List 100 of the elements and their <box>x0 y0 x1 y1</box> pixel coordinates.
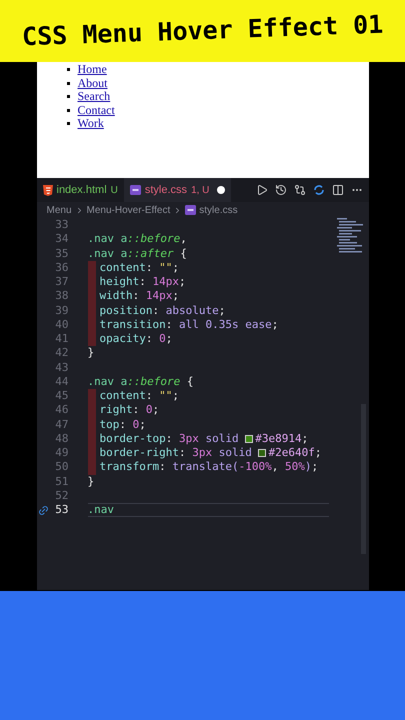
nav-link[interactable]: Search <box>78 90 110 104</box>
code-token: "" <box>159 389 172 404</box>
code-token: all 0.35s ease <box>178 318 272 332</box>
color-swatch[interactable] <box>245 434 254 443</box>
code-token: : <box>139 275 147 290</box>
line-number: 42 <box>54 346 68 360</box>
color-swatch[interactable] <box>258 449 266 458</box>
line-number: 44 <box>54 374 68 389</box>
code-token: : <box>119 418 127 432</box>
code-token: : <box>178 446 187 460</box>
banner-title: CSS Menu Hover Effect 01 <box>21 8 384 54</box>
line-number: 45 <box>54 389 68 404</box>
code-token: } <box>88 346 94 360</box>
css-file-icon <box>130 185 141 195</box>
code-token: ::before <box>127 374 180 389</box>
nav-link[interactable]: About <box>78 76 108 90</box>
code-token: ::before <box>127 232 180 246</box>
code-token: #2e640f <box>268 446 315 460</box>
code-token: 0 <box>159 332 166 346</box>
code-token: .nav a <box>88 374 128 389</box>
code-token: border-top <box>100 432 166 446</box>
line-number: 38 <box>54 289 68 304</box>
split-editor-icon[interactable] <box>332 184 344 196</box>
html-file-icon <box>42 184 52 196</box>
breadcrumb-item[interactable]: Menu-Hover-Effect <box>86 202 170 218</box>
code-token: , <box>272 460 280 474</box>
line-number: 53 <box>54 503 68 518</box>
code-token: ; <box>218 304 226 318</box>
bullet-icon <box>66 95 70 98</box>
breadcrumb-item[interactable]: style.css <box>199 202 238 218</box>
line-number: 34 <box>54 232 68 246</box>
line-number: 46 <box>54 403 68 418</box>
code-token: ; <box>172 289 179 304</box>
editor-tab[interactable]: index.html U <box>36 178 124 202</box>
tab-status-label: U <box>110 184 118 198</box>
code-token: : <box>152 304 160 318</box>
code-token: solid <box>204 432 240 446</box>
code-token: transform <box>100 460 160 474</box>
code-token: ; <box>172 260 179 275</box>
bullet-icon <box>66 68 70 72</box>
code-token: ; <box>152 403 160 418</box>
code-token: right <box>100 403 133 418</box>
code-token: : <box>132 289 140 304</box>
minimap-drawing <box>336 218 366 254</box>
code-token: : <box>146 332 154 346</box>
code-token: ; <box>166 332 172 346</box>
code-token: : <box>166 432 174 446</box>
code-token: ::after <box>127 246 174 261</box>
nav-link[interactable]: Contact <box>78 104 115 117</box>
code-token: : <box>146 260 154 275</box>
code-token: } <box>88 474 94 489</box>
code-token: solid <box>218 446 253 460</box>
code-token: { <box>186 374 194 389</box>
breadcrumb-item[interactable]: Menu <box>46 202 72 218</box>
code-token: position <box>100 304 152 318</box>
code-token: ; <box>179 275 186 290</box>
bullet-icon <box>66 108 70 112</box>
code-token: .nav <box>88 503 114 518</box>
bullet-icon <box>66 82 70 85</box>
line-number: 47 <box>54 418 68 432</box>
code-token: ; <box>314 446 322 460</box>
code-token: content <box>100 260 146 275</box>
line-number: 37 <box>54 275 68 290</box>
nav-link[interactable]: Home <box>78 63 107 76</box>
code-token: absolute <box>166 304 219 318</box>
code-token: 3px <box>178 432 199 446</box>
code-token: ; <box>302 432 308 446</box>
code-token: ; <box>172 389 179 404</box>
line-number: 49 <box>54 446 68 460</box>
code-token: , <box>180 232 187 246</box>
compare-icon[interactable] <box>294 184 306 196</box>
tab-status-label: 1, U <box>191 184 210 198</box>
code-token: ; <box>311 460 318 474</box>
code-token: .nav a <box>88 246 128 261</box>
history-icon[interactable] <box>274 184 286 196</box>
code-token: width <box>100 289 133 304</box>
editor-tab[interactable]: style.css 1, U <box>124 178 232 202</box>
run-icon[interactable] <box>256 184 268 196</box>
code-token: 14px <box>146 289 172 304</box>
code-token: -100% <box>238 460 272 474</box>
sync-icon[interactable] <box>312 184 324 196</box>
line-number: 33 <box>54 218 68 232</box>
nav-link[interactable]: Work <box>78 117 104 130</box>
tab-label: index.html <box>56 182 107 198</box>
line-number: 41 <box>54 332 68 346</box>
tab-label: style.css <box>144 182 188 198</box>
line-number: 39 <box>54 304 68 318</box>
code-token: 3px <box>192 446 212 460</box>
code-token: content <box>100 389 146 404</box>
line-number: 50 <box>54 460 68 474</box>
line-number: 36 <box>54 260 68 275</box>
code-token: 0 <box>132 418 140 432</box>
code-token: top <box>100 418 120 432</box>
line-number: 35 <box>54 246 68 261</box>
bullet-icon <box>66 122 70 126</box>
line-number: 51 <box>54 474 68 489</box>
code-token: : <box>132 403 140 418</box>
code-token: : <box>166 318 174 332</box>
code-token: border-right <box>100 446 179 460</box>
code-token: { <box>179 246 187 261</box>
